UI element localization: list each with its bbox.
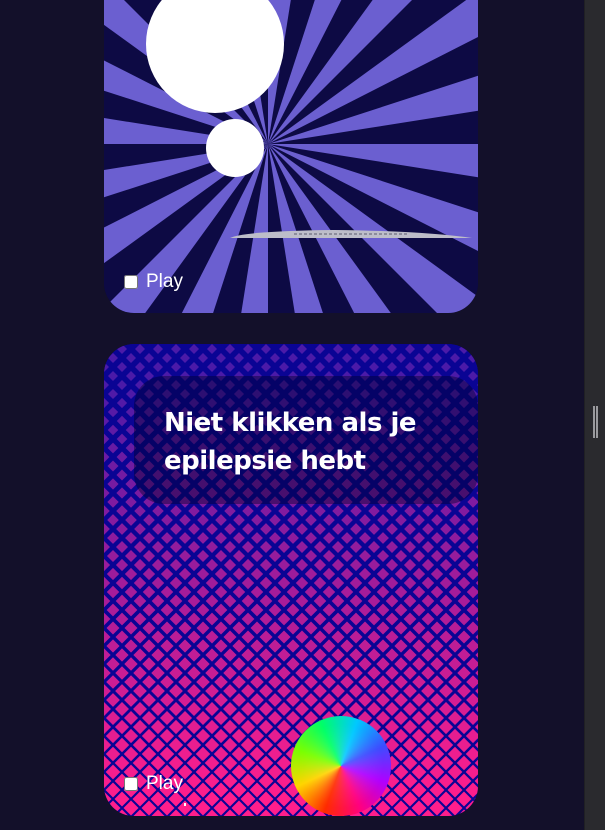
animation-card-sunburst: Play — [104, 0, 478, 313]
play-label: Play — [146, 773, 183, 794]
rainbow-ball — [291, 716, 391, 816]
play-toggle: Play — [124, 774, 183, 794]
vertical-scrollbar[interactable] — [584, 0, 605, 830]
play-toggle: Play — [124, 272, 183, 292]
white-dot — [184, 803, 186, 806]
small-white-circle — [206, 119, 264, 177]
play-checkbox[interactable] — [124, 275, 138, 289]
animation-card-epilepsy: Niet klikken als je epilepsie hebt Play — [104, 344, 478, 816]
warning-panel: Niet klikken als je epilepsie hebt — [134, 376, 478, 504]
scrollbar-thumb[interactable] — [593, 406, 598, 438]
play-label: Play — [146, 271, 183, 292]
play-checkbox[interactable] — [124, 777, 138, 791]
warning-text: Niet klikken als je epilepsie hebt — [164, 408, 417, 476]
sunburst-canvas — [104, 0, 478, 313]
